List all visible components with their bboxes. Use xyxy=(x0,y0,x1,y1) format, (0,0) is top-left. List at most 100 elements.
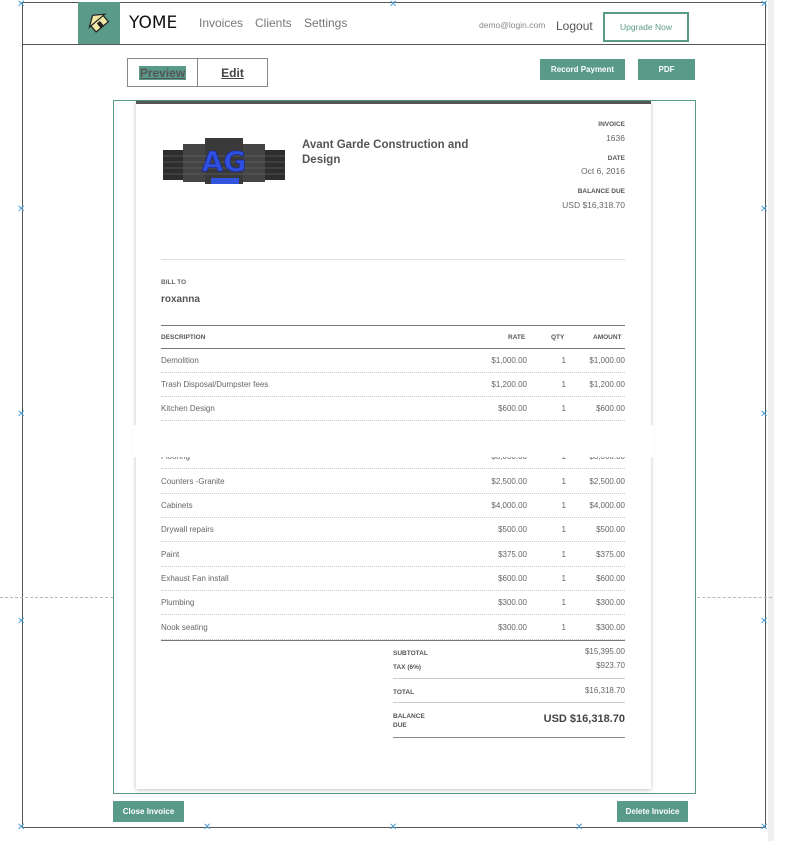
table-bottom-rule xyxy=(161,640,625,641)
item-description: Counters -Granite xyxy=(161,477,225,486)
item-description: Paint xyxy=(161,550,180,559)
item-qty: 1 xyxy=(561,404,566,413)
row-divider xyxy=(161,420,625,421)
app-logo[interactable] xyxy=(78,2,120,44)
item-rate: $300.00 xyxy=(498,623,527,632)
tab-preview-label: Preview xyxy=(138,65,187,80)
resize-handle[interactable]: ✕ xyxy=(760,617,768,627)
resize-handle[interactable]: ✕ xyxy=(203,823,211,833)
col-amount: AMOUNT xyxy=(593,334,622,341)
balance-due-total: USD $16,318.70 xyxy=(543,713,625,725)
item-rate: $1,000.00 xyxy=(491,356,527,365)
delete-invoice-button[interactable]: Delete Invoice xyxy=(617,801,688,822)
pdf-button[interactable]: PDF xyxy=(638,59,695,80)
balance-due-label: BALANCE DUE xyxy=(577,188,625,195)
col-qty: QTY xyxy=(551,334,565,341)
item-qty: 1 xyxy=(561,623,566,632)
item-amount: $1,200.00 xyxy=(589,380,625,389)
item-qty: 1 xyxy=(561,550,566,559)
item-amount: $600.00 xyxy=(596,574,625,583)
total-label: TOTAL xyxy=(393,689,415,696)
totals-divider xyxy=(393,702,625,703)
nav-clients[interactable]: Clients xyxy=(255,16,292,30)
upgrade-button[interactable]: Upgrade Now xyxy=(603,12,689,42)
row-divider xyxy=(161,566,625,567)
logout-link[interactable]: Logout xyxy=(556,19,593,33)
resize-handle[interactable]: ✕ xyxy=(17,617,25,627)
row-divider xyxy=(161,590,625,591)
tax-value: $923.70 xyxy=(596,661,625,670)
nav-invoices[interactable]: Invoices xyxy=(199,16,243,30)
item-description: Trash Disposal/Dumpster fees xyxy=(161,380,269,389)
record-payment-button[interactable]: Record Payment xyxy=(540,59,625,80)
resize-handle[interactable]: ✕ xyxy=(17,205,25,215)
company-logo: AG xyxy=(163,138,285,184)
row-divider xyxy=(161,517,625,518)
row-divider xyxy=(161,541,625,542)
row-divider xyxy=(161,614,625,615)
item-amount: $1,000.00 xyxy=(589,356,625,365)
item-description: Cabinets xyxy=(161,501,193,510)
balance-label-line1: BALANCE xyxy=(393,713,425,720)
subtotal-value: $15,395.00 xyxy=(584,647,625,656)
tab-preview[interactable]: Preview xyxy=(128,59,198,86)
totals-divider xyxy=(393,678,625,679)
item-rate: $600.00 xyxy=(498,574,527,583)
item-qty: 1 xyxy=(561,380,566,389)
item-amount: $300.00 xyxy=(596,598,625,607)
item-description: Kitchen Design xyxy=(161,404,215,413)
brand-name[interactable]: YOME xyxy=(129,13,177,33)
house-tag-icon xyxy=(88,13,110,33)
bill-to-label: BILL TO xyxy=(161,279,187,286)
nav-settings[interactable]: Settings xyxy=(304,16,347,30)
row-divider xyxy=(161,468,625,469)
item-description: Exhaust Fan install xyxy=(161,574,229,583)
item-description: Nook seating xyxy=(161,623,208,632)
balance-label: BALANCE DUE xyxy=(393,712,425,730)
logo-lettering: AG xyxy=(202,145,247,178)
col-rate: RATE xyxy=(508,334,526,341)
item-amount: $4,000.00 xyxy=(589,501,625,510)
guide-line xyxy=(697,597,772,598)
table-header-rule xyxy=(161,348,625,349)
item-rate: $4,000.00 xyxy=(491,501,527,510)
item-rate: $500.00 xyxy=(498,525,527,534)
item-description: Demolition xyxy=(161,356,199,365)
item-rate: $600.00 xyxy=(498,404,527,413)
balance-due-value: USD $16,318.70 xyxy=(562,200,625,210)
row-divider xyxy=(161,372,625,373)
resize-handle[interactable]: ✕ xyxy=(575,823,583,833)
resize-handle[interactable]: ✕ xyxy=(389,823,397,833)
item-qty: 1 xyxy=(561,501,566,510)
resize-handle[interactable]: ✕ xyxy=(760,205,768,215)
table-top-rule xyxy=(161,325,625,326)
item-description: Plumbing xyxy=(161,598,195,607)
item-qty: 1 xyxy=(561,598,566,607)
item-amount: $375.00 xyxy=(596,550,625,559)
item-qty: 1 xyxy=(561,477,566,486)
invoice-date: Oct 6, 2016 xyxy=(581,166,625,176)
item-description: Drywall repairs xyxy=(161,525,214,534)
resize-handle[interactable]: ✕ xyxy=(17,410,25,420)
frame-shadow xyxy=(768,0,774,841)
item-rate: $300.00 xyxy=(498,598,527,607)
user-email: demo@login.com xyxy=(479,20,546,30)
date-label: DATE xyxy=(607,155,625,162)
item-amount: $600.00 xyxy=(596,404,625,413)
resize-handle[interactable]: ✕ xyxy=(17,823,25,833)
divider xyxy=(161,259,625,260)
invoice-number: 1636 xyxy=(606,133,625,143)
close-invoice-button[interactable]: Close Invoice xyxy=(113,801,184,822)
company-name: Avant Garde Construction and Design xyxy=(302,139,469,166)
total-value: $16,318.70 xyxy=(584,686,625,695)
view-tabs: Preview Edit xyxy=(127,58,268,87)
resize-handle[interactable]: ✕ xyxy=(760,410,768,420)
item-amount: $2,500.00 xyxy=(589,477,625,486)
totals-bottom-rule xyxy=(393,737,625,738)
page-break xyxy=(133,425,654,457)
item-amount: $500.00 xyxy=(596,525,625,534)
tab-edit[interactable]: Edit xyxy=(198,59,267,86)
resize-handle[interactable]: ✕ xyxy=(760,823,768,833)
item-qty: 1 xyxy=(561,356,566,365)
row-divider xyxy=(161,396,625,397)
